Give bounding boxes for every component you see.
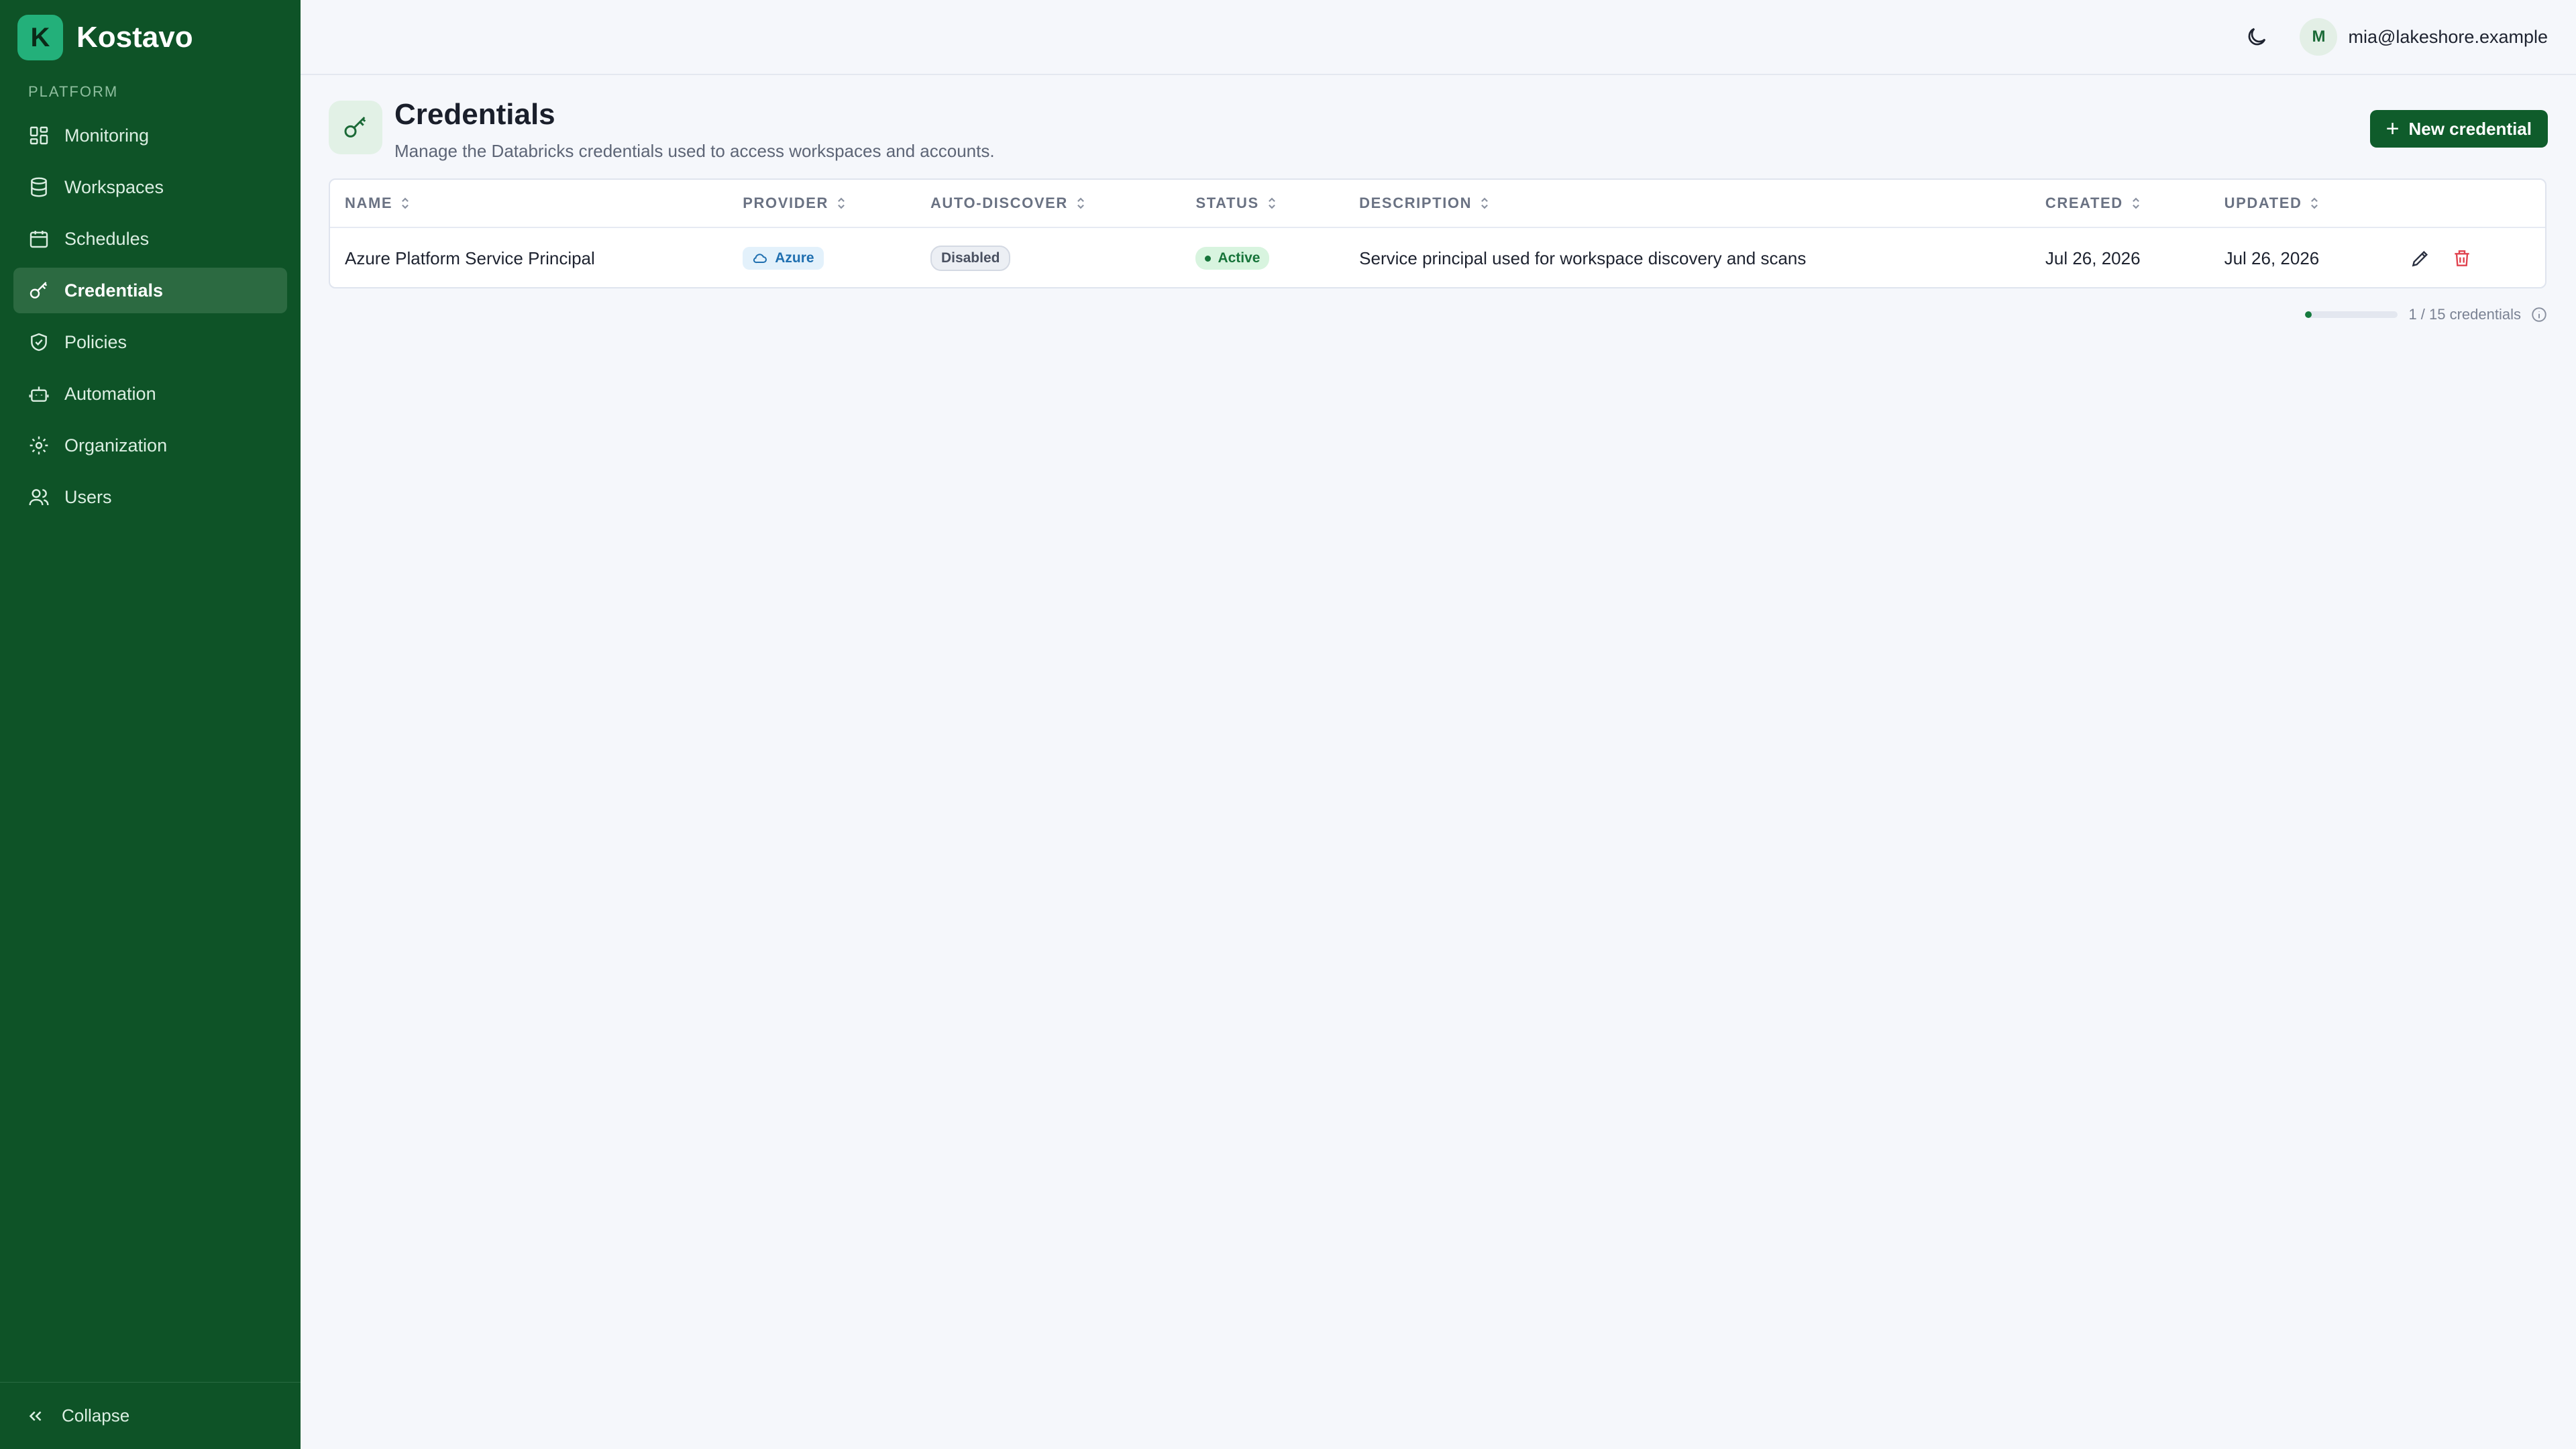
sidebar-item-organization[interactable]: Organization — [13, 423, 287, 468]
sidebar-item-label: Organization — [64, 435, 168, 455]
sidebar-item-label: Policies — [64, 331, 127, 352]
sidebar-item-label: Credentials — [64, 280, 164, 301]
new-credential-button[interactable]: + New credential — [2369, 110, 2548, 148]
brand-logo-letter: K — [30, 22, 50, 52]
sidebar-item-automation[interactable]: Automation — [13, 371, 287, 417]
sort-icon — [2311, 197, 2318, 209]
column-label: DESCRIPTION — [1359, 195, 1472, 211]
sort-icon — [838, 197, 845, 209]
column-header-status[interactable]: STATUS — [1181, 195, 1344, 212]
status-label: Active — [1218, 250, 1260, 266]
column-label: UPDATED — [2224, 195, 2302, 211]
quota-text: 1 / 15 credentials — [2408, 306, 2521, 323]
table-header: NAME PROVIDER AUTO-DISCOVER STATUS DESCR… — [330, 180, 2545, 228]
cell-description: Service principal used for workspace dis… — [1359, 248, 1807, 268]
database-icon — [28, 176, 50, 198]
column-label: NAME — [345, 195, 393, 211]
key-icon — [28, 280, 50, 301]
page-title: Credentials — [394, 98, 555, 131]
shield-icon — [28, 331, 50, 353]
page-header: Credentials Manage the Databricks creden… — [301, 75, 2576, 181]
column-header-provider[interactable]: PROVIDER — [728, 195, 916, 212]
sort-icon — [2132, 197, 2139, 209]
quota-progress-fill — [2305, 311, 2312, 318]
column-label: PROVIDER — [743, 195, 828, 211]
sidebar-item-label: Monitoring — [64, 125, 150, 146]
sidebar-item-users[interactable]: Users — [13, 474, 287, 520]
sidebar-item-workspaces[interactable]: Workspaces — [13, 164, 287, 210]
user-email[interactable]: mia@lakeshore.example — [2348, 27, 2548, 48]
table-row[interactable]: Azure Platform Service Principal Azure D… — [330, 228, 2545, 288]
users-icon — [28, 486, 50, 508]
column-header-auto-discover[interactable]: AUTO-DISCOVER — [916, 195, 1181, 212]
sidebar-section-label: PLATFORM — [28, 83, 119, 100]
cell-created: Jul 26, 2026 — [2045, 248, 2141, 268]
cell-status: Active — [1181, 247, 1344, 270]
provider-label: Azure — [775, 250, 814, 266]
cell-auto-discover: Disabled — [916, 246, 1181, 271]
auto-discover-badge: Disabled — [930, 246, 1011, 271]
credential-quota: 1 / 15 credentials — [2305, 306, 2548, 323]
status-dot — [1205, 255, 1212, 262]
sidebar-item-policies[interactable]: Policies — [13, 319, 287, 365]
cell-actions — [2395, 248, 2545, 269]
topbar: M mia@lakeshore.example — [301, 0, 2576, 75]
key-icon — [329, 101, 382, 154]
column-label: CREATED — [2045, 195, 2123, 211]
delete-trash-icon[interactable] — [2451, 248, 2473, 269]
brand-name: Kostavo — [76, 21, 193, 54]
sidebar-item-label: Schedules — [64, 228, 150, 249]
column-header-description[interactable]: DESCRIPTION — [1344, 195, 2031, 212]
sidebar-nav: Monitoring Workspaces Schedules Credenti… — [0, 113, 301, 520]
avatar-initial: M — [2312, 28, 2326, 46]
cloud-icon — [753, 254, 767, 264]
chevrons-left-icon — [29, 1411, 42, 1421]
sort-icon — [1077, 197, 1084, 209]
info-icon[interactable] — [2530, 306, 2548, 323]
page-subtitle: Manage the Databricks credentials used t… — [394, 141, 995, 161]
sidebar-item-label: Workspaces — [64, 176, 164, 197]
quota-progress-bar — [2305, 311, 2398, 318]
sort-icon — [402, 197, 409, 209]
edit-pencil-icon[interactable] — [2410, 248, 2431, 269]
column-label: STATUS — [1195, 195, 1259, 211]
plus-icon: + — [2385, 116, 2400, 142]
new-credential-label: New credential — [2408, 118, 2532, 139]
sort-icon — [1268, 197, 1275, 209]
collapse-button[interactable]: Collapse — [0, 1382, 301, 1449]
cell-provider: Azure — [728, 247, 916, 270]
sidebar-item-label: Users — [64, 486, 112, 507]
brand[interactable]: K Kostavo — [0, 0, 301, 75]
collapse-label: Collapse — [62, 1405, 130, 1426]
theme-toggle-moon-icon[interactable] — [2245, 25, 2269, 49]
sort-icon — [1481, 197, 1489, 209]
calendar-icon — [28, 228, 50, 250]
sidebar-item-label: Automation — [64, 383, 156, 404]
gear-icon — [28, 435, 50, 456]
main-content: M mia@lakeshore.example Credentials Mana… — [301, 0, 2576, 1449]
robot-icon — [28, 383, 50, 405]
column-label: AUTO-DISCOVER — [930, 195, 1068, 211]
status-badge: Active — [1195, 247, 1270, 270]
credentials-table: NAME PROVIDER AUTO-DISCOVER STATUS DESCR… — [329, 178, 2546, 288]
sidebar-item-schedules[interactable]: Schedules — [13, 216, 287, 262]
provider-badge: Azure — [743, 247, 824, 270]
column-header-name[interactable]: NAME — [330, 195, 728, 212]
sidebar: K Kostavo PLATFORM Monitoring Workspaces — [0, 0, 301, 1449]
dashboard-icon — [28, 125, 50, 146]
column-header-updated[interactable]: UPDATED — [2210, 195, 2396, 212]
cell-updated: Jul 26, 2026 — [2224, 248, 2320, 268]
sidebar-item-credentials[interactable]: Credentials — [13, 268, 287, 313]
sidebar-item-monitoring[interactable]: Monitoring — [13, 113, 287, 158]
avatar[interactable]: M — [2300, 18, 2338, 56]
column-header-created[interactable]: CREATED — [2031, 195, 2210, 212]
brand-logo: K — [17, 15, 63, 60]
cell-name: Azure Platform Service Principal — [345, 248, 595, 268]
